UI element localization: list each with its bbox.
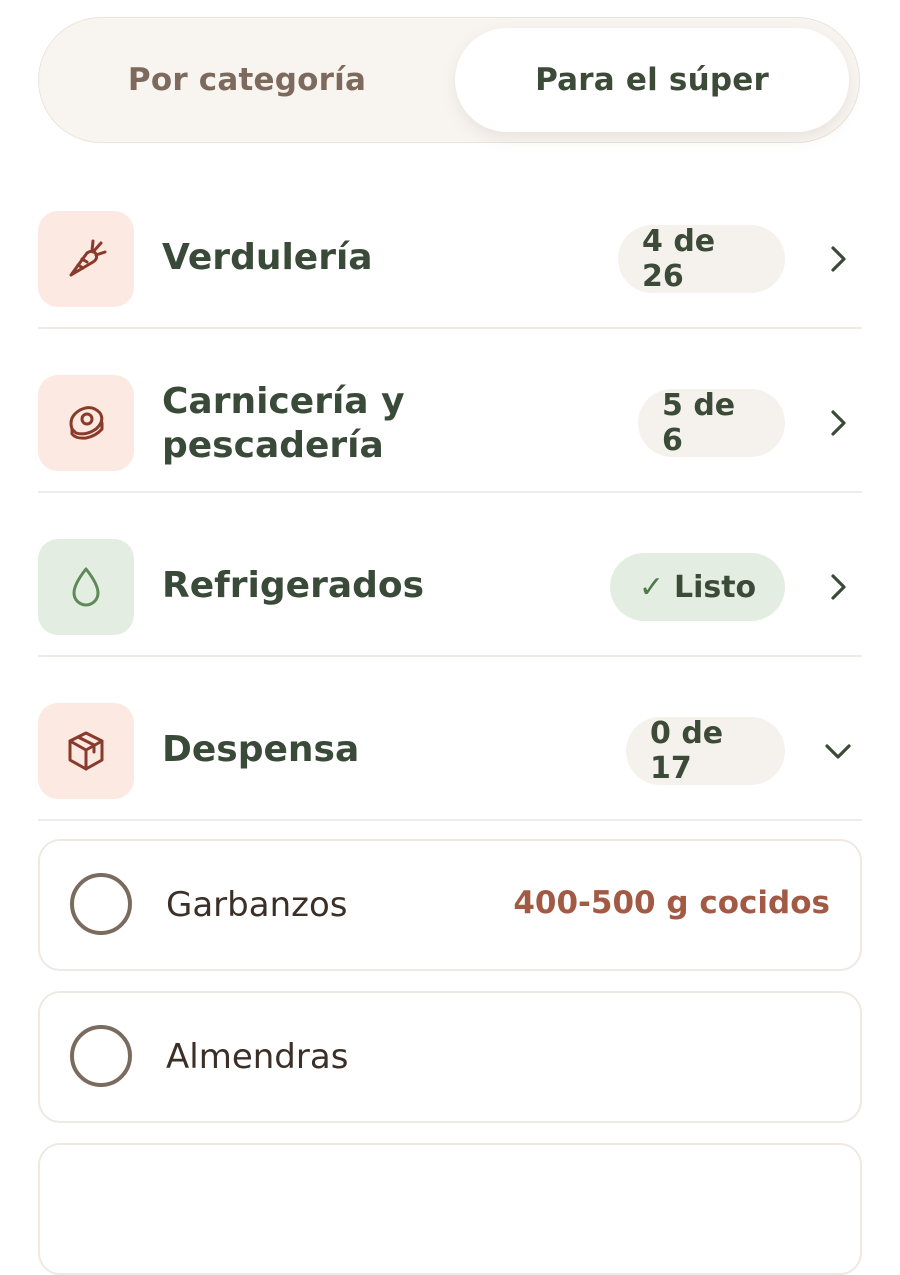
carrot-icon: [38, 211, 134, 307]
status-label: Listo: [673, 569, 757, 605]
category-title: Verdulería: [162, 237, 373, 278]
status-badge: ✓ Listo: [610, 553, 785, 621]
item-quantity: 400-500 g cocidos: [513, 885, 830, 921]
list-item[interactable]: Garbanzos 400-500 g cocidos: [38, 839, 862, 971]
checkbox-circle[interactable]: [70, 873, 132, 935]
category-row-verduleria[interactable]: Verdulería 4 de 26: [38, 211, 862, 329]
chevron-down-icon[interactable]: [822, 737, 854, 765]
drop-icon: [38, 539, 134, 635]
chevron-right-icon[interactable]: [824, 245, 852, 273]
view-toggle: Por categoría Para el súper: [38, 17, 860, 143]
category-title-line2: pescadería: [162, 425, 384, 466]
progress-badge: 5 de 6: [638, 388, 785, 458]
category-row-refrigerados[interactable]: Refrigerados ✓ Listo: [38, 539, 862, 657]
progress-badge: 4 de 26: [618, 224, 785, 294]
category-title: Despensa: [162, 729, 360, 770]
category-title: Refrigerados: [162, 565, 425, 606]
category-row-carniceria[interactable]: Carnicería y pescadería 5 de 6: [38, 375, 862, 493]
tab-para-el-super[interactable]: Para el súper: [455, 28, 849, 132]
list-item[interactable]: Almendras: [38, 991, 862, 1123]
check-icon: ✓: [638, 569, 664, 605]
meat-icon: [38, 375, 134, 471]
checkbox-circle[interactable]: [70, 1025, 132, 1087]
item-name: Garbanzos: [166, 885, 348, 925]
chevron-right-icon[interactable]: [824, 573, 852, 601]
item-name: Almendras: [166, 1037, 349, 1077]
category-title-line1: Carnicería y: [162, 381, 405, 422]
list-item[interactable]: [38, 1143, 862, 1275]
progress-badge: 0 de 17: [626, 716, 785, 786]
category-row-despensa[interactable]: Despensa 0 de 17: [38, 703, 862, 821]
tab-por-categoria[interactable]: Por categoría: [49, 28, 445, 132]
chevron-right-icon[interactable]: [824, 409, 852, 437]
box-icon: [38, 703, 134, 799]
